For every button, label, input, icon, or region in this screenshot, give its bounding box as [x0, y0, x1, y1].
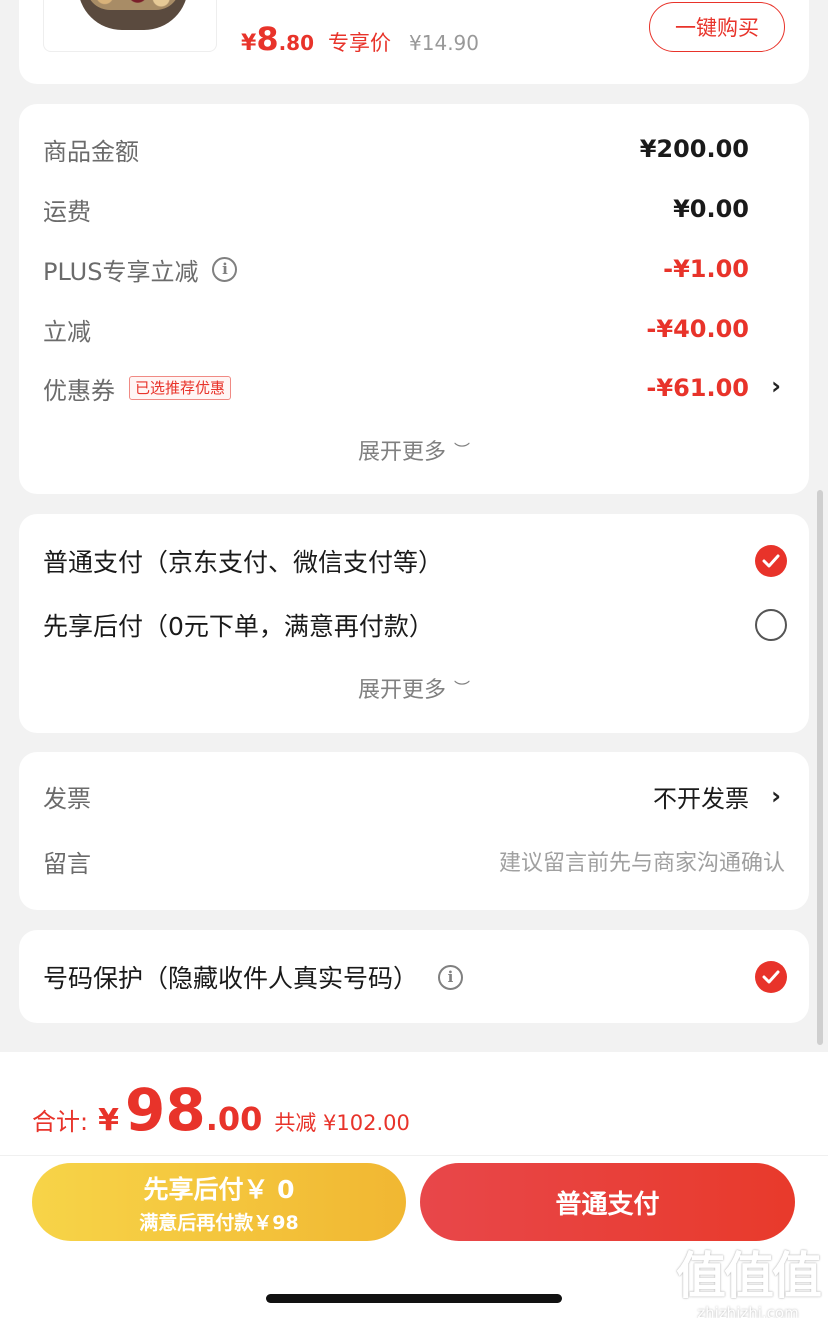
coupon-badge: 已选推荐优惠 — [129, 376, 232, 400]
expand-more-label: 展开更多 — [357, 440, 446, 465]
nuts-bowl-image — [78, 0, 188, 30]
info-icon[interactable]: i — [212, 256, 238, 282]
total-decimal: .00 — [205, 1100, 263, 1138]
number-protection-card: 号码保护（隐藏收件人真实号码） i — [19, 930, 809, 1023]
payment-method-card: 普通支付（京东支付、微信支付等） 先享后付（0元下单，满意再付款） 展开更多 ︶ — [19, 514, 809, 733]
checked-circle-icon[interactable] — [755, 961, 787, 993]
order-total: 合计: ¥ 98 .00 共减 ¥102.00 — [32, 1076, 410, 1144]
amount-row-shipping: 运费 ¥0.00 — [43, 189, 749, 229]
pay-later-line2: 满意后再付款￥98 — [139, 1211, 299, 1234]
expand-more-label: 展开更多 — [357, 678, 446, 703]
amount-value: -¥40.00 — [646, 315, 749, 343]
price-currency: ¥ — [241, 31, 257, 56]
note-row[interactable]: 留言 建议留言前先与商家沟通确认 — [43, 839, 785, 883]
pay-later-button[interactable]: 先享后付￥ 0 满意后再付款￥98 — [32, 1163, 406, 1241]
amount-label-wrap: PLUS专享立减 i — [43, 252, 238, 287]
amount-label-wrap: 优惠券 已选推荐优惠 — [43, 371, 232, 406]
price-integer: 8 — [256, 20, 279, 58]
pay-later-line1: 先享后付￥ 0 — [143, 1174, 295, 1204]
payment-option-label: 先享后付（0元下单，满意再付款） — [43, 612, 434, 641]
amount-row-discount: 立减 -¥40.00 — [43, 309, 749, 349]
total-currency: ¥ — [98, 1103, 119, 1138]
invoice-row[interactable]: 发票 不开发票 — [43, 774, 785, 818]
exclusive-price-tag: 专享价 — [328, 31, 392, 55]
amount-label: 立减 — [43, 317, 91, 346]
amount-label: 运费 — [43, 197, 91, 226]
one-click-buy-button[interactable]: 一键购买 — [649, 2, 785, 52]
payment-option-later[interactable]: 先享后付（0元下单，满意再付款） — [43, 603, 787, 647]
amount-value: -¥61.00 — [646, 374, 749, 402]
normal-pay-button[interactable]: 普通支付 — [420, 1163, 795, 1241]
invoice-label: 发票 — [43, 784, 91, 813]
total-saved: 共减 ¥102.00 — [274, 1111, 410, 1135]
divider — [0, 1155, 828, 1156]
product-price-row: ¥8.80 专享价 ¥14.90 — [241, 20, 479, 58]
info-icon[interactable]: i — [438, 964, 464, 990]
chevron-right-icon[interactable]: › — [771, 782, 781, 810]
price-decimal: .80 — [278, 31, 315, 55]
expand-more-payment[interactable]: 展开更多 ︶ — [19, 672, 809, 704]
total-integer: 98 — [124, 1076, 206, 1144]
amount-label: 商品金额 — [43, 137, 139, 166]
amount-row-goods: 商品金额 ¥200.00 — [43, 129, 749, 169]
invoice-card: 发票 不开发票 › 留言 建议留言前先与商家沟通确认 — [19, 752, 809, 910]
checked-circle-icon[interactable] — [755, 545, 787, 577]
product-card: ¥8.80 专享价 ¥14.90 一键购买 — [19, 0, 809, 84]
original-price: ¥14.90 — [409, 31, 479, 55]
amount-label: PLUS专享立减 — [43, 257, 199, 286]
home-indicator[interactable] — [266, 1294, 562, 1303]
amount-row-coupon[interactable]: 优惠券 已选推荐优惠 -¥61.00 — [43, 368, 749, 408]
payment-option-label: 普通支付（京东支付、微信支付等） — [43, 548, 444, 577]
chevron-down-icon: ︶ — [454, 441, 471, 460]
invoice-value: 不开发票 — [653, 784, 749, 813]
number-protection-row[interactable]: 号码保护（隐藏收件人真实号码） i — [43, 955, 787, 999]
product-price: ¥8.80 — [241, 20, 314, 58]
watermark-logo: 值值值 zhizhizhi.com — [676, 1236, 822, 1318]
note-input[interactable]: 建议留言前先与商家沟通确认 — [499, 845, 785, 877]
unchecked-circle-icon[interactable] — [755, 609, 787, 641]
protection-label-wrap: 号码保护（隐藏收件人真实号码） i — [43, 959, 464, 995]
amount-label: 优惠券 — [43, 376, 115, 405]
watermark-mark: 值值值 — [676, 1247, 822, 1305]
chevron-down-icon: ︶ — [454, 679, 471, 698]
order-amounts-card: 商品金额 ¥200.00 运费 ¥0.00 PLUS专享立减 i -¥1.00 … — [19, 104, 809, 494]
amount-value: ¥200.00 — [639, 135, 749, 163]
amount-row-plus: PLUS专享立减 i -¥1.00 — [43, 249, 749, 289]
expand-more-amounts[interactable]: 展开更多 ︶ — [19, 434, 809, 466]
payment-option-normal[interactable]: 普通支付（京东支付、微信支付等） — [43, 539, 787, 583]
product-thumbnail[interactable] — [43, 0, 217, 52]
watermark-site: zhizhizhi.com — [697, 1304, 799, 1318]
chevron-right-icon[interactable]: › — [771, 372, 781, 400]
note-label: 留言 — [43, 849, 91, 878]
amount-value: -¥1.00 — [663, 255, 749, 283]
protection-label: 号码保护（隐藏收件人真实号码） — [43, 964, 419, 993]
amount-value: ¥0.00 — [673, 195, 749, 223]
scrollbar[interactable] — [817, 490, 823, 1045]
total-label: 合计: — [32, 1108, 89, 1136]
